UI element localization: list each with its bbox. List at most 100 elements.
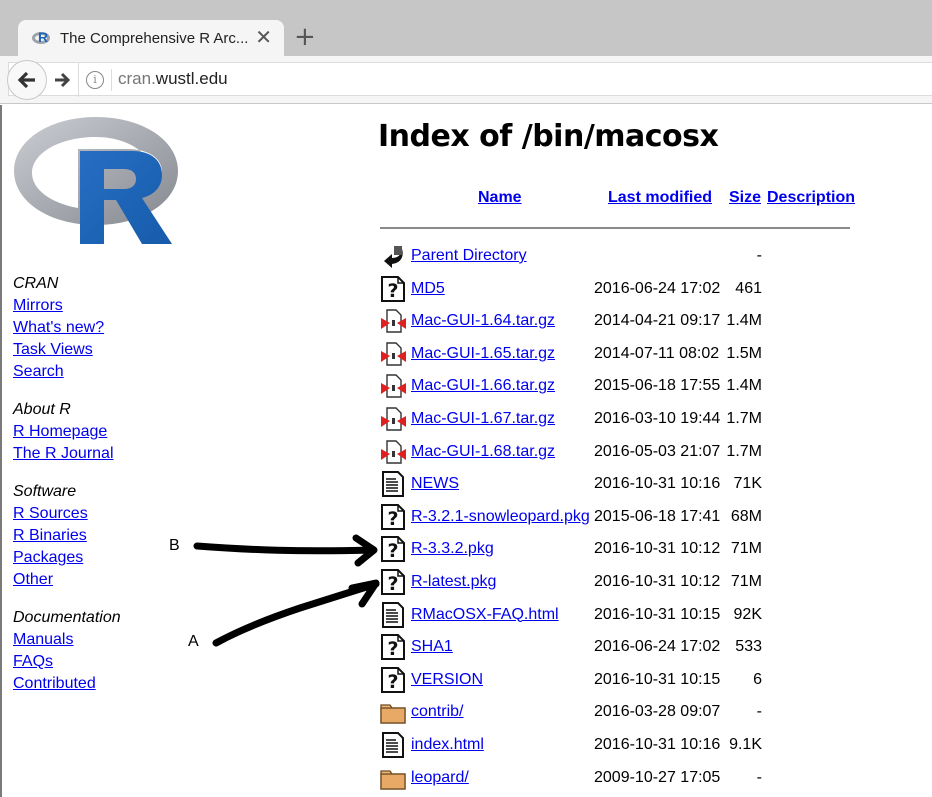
unknown-file-icon[interactable]: ? [380, 536, 406, 563]
column-header-name[interactable]: Name [478, 189, 522, 207]
table-row: NEWS 2016-10-31 10:16 71K [380, 469, 852, 502]
last-modified: 2015-06-18 17:55 [594, 377, 721, 395]
annotation-label-b: B [169, 537, 180, 554]
compressed-file-icon[interactable] [380, 308, 406, 334]
file-size: 6 [753, 670, 762, 688]
file-size: 71K [733, 475, 762, 493]
unknown-file-icon[interactable]: ? [380, 666, 406, 693]
svg-text:?: ? [387, 638, 398, 660]
file-size: - [756, 703, 762, 721]
file-link[interactable]: Mac-GUI-1.66.tar.gz [411, 377, 555, 395]
table-row: ? MD5 2016-06-24 17:02 461 [380, 274, 852, 307]
folder-icon[interactable] [380, 765, 406, 791]
file-link[interactable]: Parent Directory [411, 247, 527, 265]
text-file-icon[interactable] [380, 471, 406, 498]
forward-button[interactable] [52, 70, 72, 90]
file-link[interactable]: NEWS [411, 475, 459, 493]
last-modified: 2015-06-18 17:41 [594, 507, 721, 525]
sidebar-link-packages[interactable]: Packages [13, 547, 121, 569]
compressed-file-icon[interactable] [380, 439, 406, 465]
file-link[interactable]: Mac-GUI-1.68.tar.gz [411, 443, 555, 461]
column-header-size[interactable]: Size [729, 189, 761, 207]
file-link[interactable]: SHA1 [411, 638, 453, 656]
unknown-file-icon[interactable]: ? [380, 634, 406, 661]
table-row: ? R-latest.pkg 2016-10-31 10:12 71M [380, 567, 852, 600]
file-link[interactable]: leopard/ [411, 769, 469, 787]
last-modified: 2016-10-31 10:15 [594, 670, 721, 688]
file-size: 1.4M [726, 377, 762, 395]
compressed-file-icon[interactable] [380, 406, 406, 432]
browser-tab[interactable]: R The Comprehensive R Arc... ✕ [18, 20, 284, 56]
sidebar-link-search[interactable]: Search [13, 361, 121, 383]
file-link[interactable]: VERSION [411, 671, 483, 689]
file-link[interactable]: contrib/ [411, 703, 463, 721]
file-link[interactable]: RMacOSX-FAQ.html [411, 606, 559, 624]
svg-text:?: ? [387, 540, 398, 562]
file-size: - [756, 768, 762, 786]
info-icon[interactable]: i [86, 71, 104, 89]
r-logo[interactable] [12, 113, 180, 245]
back-folder-icon[interactable] [380, 243, 406, 269]
file-link[interactable]: Mac-GUI-1.65.tar.gz [411, 345, 555, 363]
file-link[interactable]: Mac-GUI-1.64.tar.gz [411, 312, 555, 330]
file-size: 1.7M [726, 409, 762, 427]
sidebar-link-r-binaries[interactable]: R Binaries [13, 525, 121, 547]
sidebar-link-contributed[interactable]: Contributed [13, 673, 121, 695]
file-link[interactable]: MD5 [411, 280, 445, 298]
file-link[interactable]: Mac-GUI-1.67.tar.gz [411, 410, 555, 428]
url-text[interactable]: cran.wustl.edu [118, 69, 228, 89]
sidebar-link-r-homepage[interactable]: R Homepage [13, 421, 121, 443]
file-link[interactable]: index.html [411, 736, 484, 754]
sidebar-heading: Software [13, 483, 77, 500]
file-link[interactable]: R-3.3.2.pkg [411, 540, 494, 558]
unknown-file-icon[interactable]: ? [380, 275, 406, 302]
folder-icon[interactable] [380, 699, 406, 725]
column-header-last-modified[interactable]: Last modified [608, 189, 712, 207]
sidebar-link-whats-new[interactable]: What's new? [13, 317, 121, 339]
file-link[interactable]: R-3.2.1-snowleopard.pkg [411, 508, 590, 526]
sidebar-link-other[interactable]: Other [13, 569, 121, 591]
file-size: 1.5M [726, 344, 762, 362]
last-modified: 2016-06-24 17:02 [594, 638, 721, 656]
sidebar-link-r-journal[interactable]: The R Journal [13, 443, 121, 465]
close-icon[interactable]: ✕ [255, 27, 272, 47]
table-row: Mac-GUI-1.64.tar.gz 2014-04-21 09:17 1.4M [380, 306, 852, 339]
compressed-file-icon[interactable] [380, 373, 406, 399]
sidebar: CRAN Mirrors What's new? Task Views Sear… [13, 273, 121, 711]
unknown-file-icon[interactable]: ? [380, 568, 406, 595]
table-row: ? SHA1 2016-06-24 17:02 533 [380, 632, 852, 665]
table-row: index.html 2016-10-31 10:16 9.1K [380, 730, 852, 763]
sidebar-link-task-views[interactable]: Task Views [13, 339, 121, 361]
text-file-icon[interactable] [380, 601, 406, 628]
text-file-icon[interactable] [380, 731, 406, 758]
sidebar-section-cran: CRAN Mirrors What's new? Task Views Sear… [13, 273, 121, 383]
sidebar-link-r-sources[interactable]: R Sources [13, 503, 121, 525]
tab-strip: R The Comprehensive R Arc... ✕ + [0, 0, 932, 56]
sidebar-link-mirrors[interactable]: Mirrors [13, 295, 121, 317]
header-divider [380, 227, 850, 229]
back-button[interactable] [7, 60, 47, 100]
sidebar-heading: Documentation [13, 609, 121, 626]
divider [78, 63, 79, 97]
page-content: CRAN Mirrors What's new? Task Views Sear… [0, 105, 932, 797]
file-link[interactable]: R-latest.pkg [411, 573, 496, 591]
plus-icon[interactable]: + [294, 24, 316, 50]
file-size: 92K [733, 605, 762, 623]
table-row: ? R-3.2.1-snowleopard.pkg 2015-06-18 17:41… [380, 502, 852, 535]
sidebar-section-documentation: Documentation Manuals FAQs Contributed [13, 607, 121, 695]
column-header-description[interactable]: Description [767, 189, 855, 207]
last-modified: 2016-05-03 21:07 [594, 442, 721, 460]
annotation-label-a: A [188, 633, 199, 650]
svg-text:?: ? [387, 573, 398, 595]
unknown-file-icon[interactable]: ? [380, 503, 406, 530]
file-size: - [756, 247, 762, 264]
compressed-file-icon[interactable] [380, 341, 406, 367]
sidebar-section-software: Software R Sources R Binaries Packages O… [13, 481, 121, 591]
sidebar-link-manuals[interactable]: Manuals [13, 629, 121, 651]
last-modified: 2016-10-31 10:12 [594, 572, 721, 590]
directory-listing: Name Last modified Size Description Pare… [380, 189, 855, 790]
sidebar-link-faqs[interactable]: FAQs [13, 651, 121, 673]
url-domain: wustl.edu [155, 69, 228, 88]
forward-arrow-icon [55, 72, 71, 88]
file-size: 71M [730, 572, 762, 590]
